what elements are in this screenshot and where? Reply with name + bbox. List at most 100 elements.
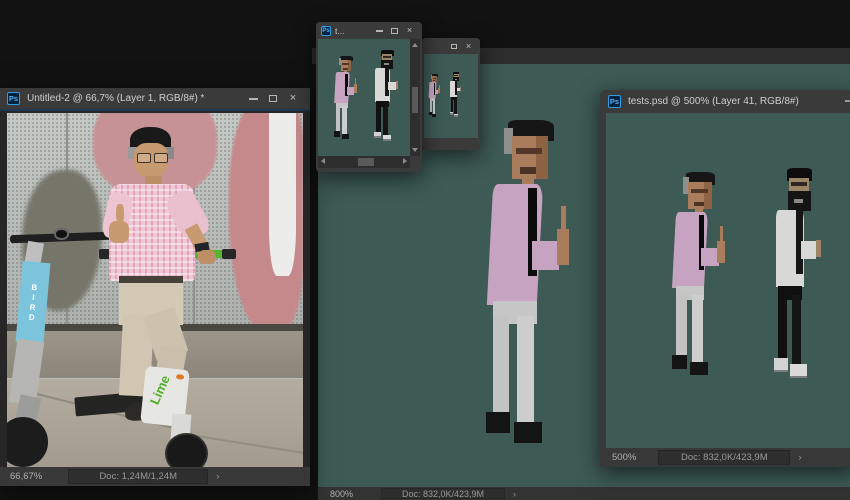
thumb xyxy=(561,206,566,232)
titlebar[interactable]: Ps tests.psd @ 500% (Layer 41, RGB/8#) xyxy=(600,90,850,113)
arm xyxy=(701,248,718,266)
minimize-icon xyxy=(249,98,258,100)
background-document-statusbar: 800% Doc: 832,0K/423,9M › xyxy=(318,487,850,500)
doc-size-field[interactable]: Doc: 832,0K/423,9M xyxy=(658,450,790,465)
close-button[interactable]: × xyxy=(283,88,303,109)
fist xyxy=(557,229,569,265)
leg-left xyxy=(376,105,381,134)
horizontal-scrollbar[interactable] xyxy=(318,156,410,168)
minimize-button[interactable] xyxy=(243,88,263,109)
man-hand xyxy=(198,250,216,264)
bird-logo: BIRD xyxy=(27,282,39,323)
leg-right xyxy=(454,99,456,114)
mustache xyxy=(694,202,704,206)
minimize-button[interactable] xyxy=(372,22,387,39)
scroll-right-icon[interactable] xyxy=(403,158,407,164)
arm xyxy=(532,241,559,270)
mouth xyxy=(455,79,457,80)
floating-window-small: × xyxy=(422,38,480,150)
shoe-left xyxy=(486,412,510,433)
pixel-man-beard xyxy=(770,168,828,380)
maximize-button[interactable] xyxy=(387,22,402,39)
doc-size-field[interactable]: Doc: 1,24M/1,24M xyxy=(68,469,208,484)
scrollbar-thumb[interactable] xyxy=(358,158,374,166)
zoom-level-field[interactable]: 500% xyxy=(612,452,636,463)
thumb xyxy=(720,226,723,242)
canvas-area[interactable] xyxy=(606,113,850,448)
scrollbar-thumb[interactable] xyxy=(412,87,418,113)
canvas-area[interactable] xyxy=(424,54,478,138)
shoe-right xyxy=(342,134,350,139)
man-thumb xyxy=(116,204,124,223)
leg-left xyxy=(676,295,686,359)
shoe-right xyxy=(690,362,708,375)
shoe-right xyxy=(514,422,542,443)
man-glasses xyxy=(154,153,168,163)
photoshop-workspace: 800% Doc: 832,0K/423,9M › Ps Untitled-2 … xyxy=(0,0,850,500)
document-window-untitled2: Ps Untitled-2 @ 66,7% (Layer 1, RGB/8#) … xyxy=(0,88,310,486)
vertical-scrollbar[interactable] xyxy=(410,39,420,156)
eyes xyxy=(433,78,436,79)
zoom-level-field[interactable]: 66,67% xyxy=(10,471,42,482)
canvas-area[interactable]: BIRD xyxy=(0,109,310,467)
wall-white-strip xyxy=(269,113,296,276)
photo-canvas[interactable]: BIRD xyxy=(7,113,303,467)
photoshop-file-icon: Ps xyxy=(608,95,621,108)
lime-scooter-tire xyxy=(165,433,208,467)
photoshop-file-icon: Ps xyxy=(7,92,20,105)
close-button[interactable]: × xyxy=(402,22,417,39)
titlebar[interactable]: Ps Untitled-2 @ 66,7% (Layer 1, RGB/8#) … xyxy=(0,88,310,109)
maximize-button[interactable] xyxy=(263,88,283,109)
maximize-icon xyxy=(269,95,277,102)
scroll-up-icon[interactable] xyxy=(412,43,418,47)
leg-right xyxy=(383,105,388,135)
lime-logo: Lime xyxy=(147,373,173,407)
thumb xyxy=(439,85,440,88)
mouth xyxy=(794,199,803,203)
maximize-button[interactable] xyxy=(446,38,461,54)
eyes xyxy=(516,148,542,154)
close-button[interactable]: × xyxy=(461,38,476,54)
document-window-tests-psd: Ps tests.psd @ 500% (Layer 41, RGB/8#) xyxy=(600,90,850,467)
doc-size-field[interactable]: Doc: 832,0K/423,9M xyxy=(381,488,505,499)
mustache xyxy=(343,68,347,70)
floating-window-tests: Ps t... × xyxy=(316,22,422,172)
fist xyxy=(354,84,357,93)
eyes xyxy=(342,63,349,65)
zoom-level-field[interactable]: 800% xyxy=(330,489,353,499)
sneaker-left xyxy=(374,132,381,138)
sneaker-right xyxy=(454,114,458,117)
close-icon: × xyxy=(290,93,296,104)
leg-right xyxy=(692,295,703,363)
pixel-art-figure xyxy=(372,50,402,142)
thumb xyxy=(355,78,356,85)
leg-left xyxy=(778,295,787,361)
shoe-left xyxy=(672,355,687,368)
mouth xyxy=(384,63,389,65)
sneaker-right xyxy=(790,364,806,378)
status-chevron-icon[interactable]: › xyxy=(216,471,219,482)
pixel-art-figure xyxy=(668,172,732,377)
pixel-man-pink xyxy=(480,120,580,446)
pixel-man-pink xyxy=(668,172,732,377)
titlebar[interactable]: × xyxy=(422,38,480,54)
sneaker-left xyxy=(450,112,453,115)
face-shade xyxy=(348,60,351,71)
scroll-down-icon[interactable] xyxy=(412,148,418,152)
fist xyxy=(438,88,440,93)
man-thumbs-up-fist xyxy=(109,221,129,243)
leg-right xyxy=(433,100,435,114)
window-title: t... xyxy=(335,26,344,36)
sneaker-left xyxy=(774,358,788,372)
titlebar[interactable]: Ps t... × xyxy=(316,22,422,39)
face-shade xyxy=(536,136,548,178)
status-chevron-icon[interactable]: › xyxy=(513,489,516,499)
scroll-left-icon[interactable] xyxy=(321,158,325,164)
man-glasses xyxy=(137,153,151,163)
statusbar: 500% Doc: 832,0K/423,9M › xyxy=(600,448,850,467)
status-chevron-icon[interactable]: › xyxy=(798,452,801,463)
minimize-icon[interactable] xyxy=(845,100,850,102)
pixel-man-pink xyxy=(332,56,360,140)
hand xyxy=(816,240,821,257)
canvas-area[interactable] xyxy=(318,39,410,156)
